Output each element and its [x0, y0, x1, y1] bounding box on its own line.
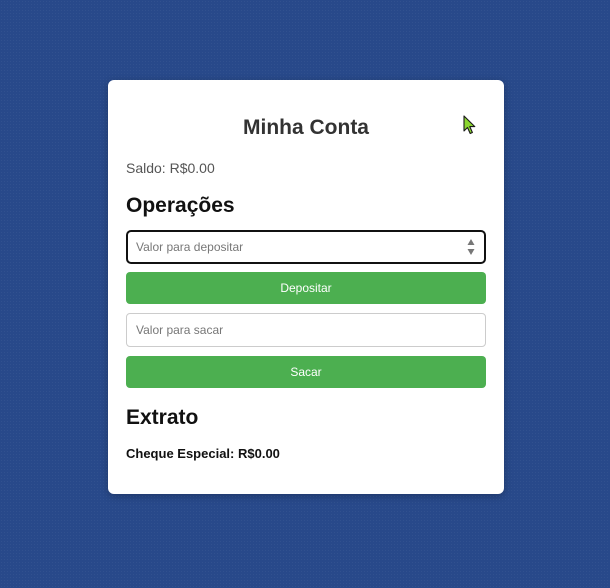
withdraw-field[interactable] — [126, 313, 486, 347]
page-background: { "app": { "title": "Minha Conta" }, "ac… — [0, 0, 610, 588]
deposit-field[interactable] — [126, 230, 486, 264]
statement-heading: Extrato — [126, 406, 199, 429]
overdraft-text: Cheque Especial: R$0.00 — [126, 446, 280, 461]
deposit-button[interactable]: Depositar — [126, 272, 486, 304]
withdraw-amount-input[interactable] — [127, 314, 485, 346]
balance-text: Saldo: R$0.00 — [126, 160, 215, 176]
mouse-cursor-icon — [463, 115, 476, 135]
page-title: Minha Conta — [243, 116, 369, 139]
withdraw-button[interactable]: Sacar — [126, 356, 486, 388]
operations-heading: Operações — [126, 194, 235, 217]
deposit-amount-input[interactable] — [128, 232, 484, 262]
account-card: Minha Conta Saldo: R$0.00 Operações Depo… — [108, 80, 504, 494]
number-spinner-icon[interactable] — [467, 238, 475, 256]
